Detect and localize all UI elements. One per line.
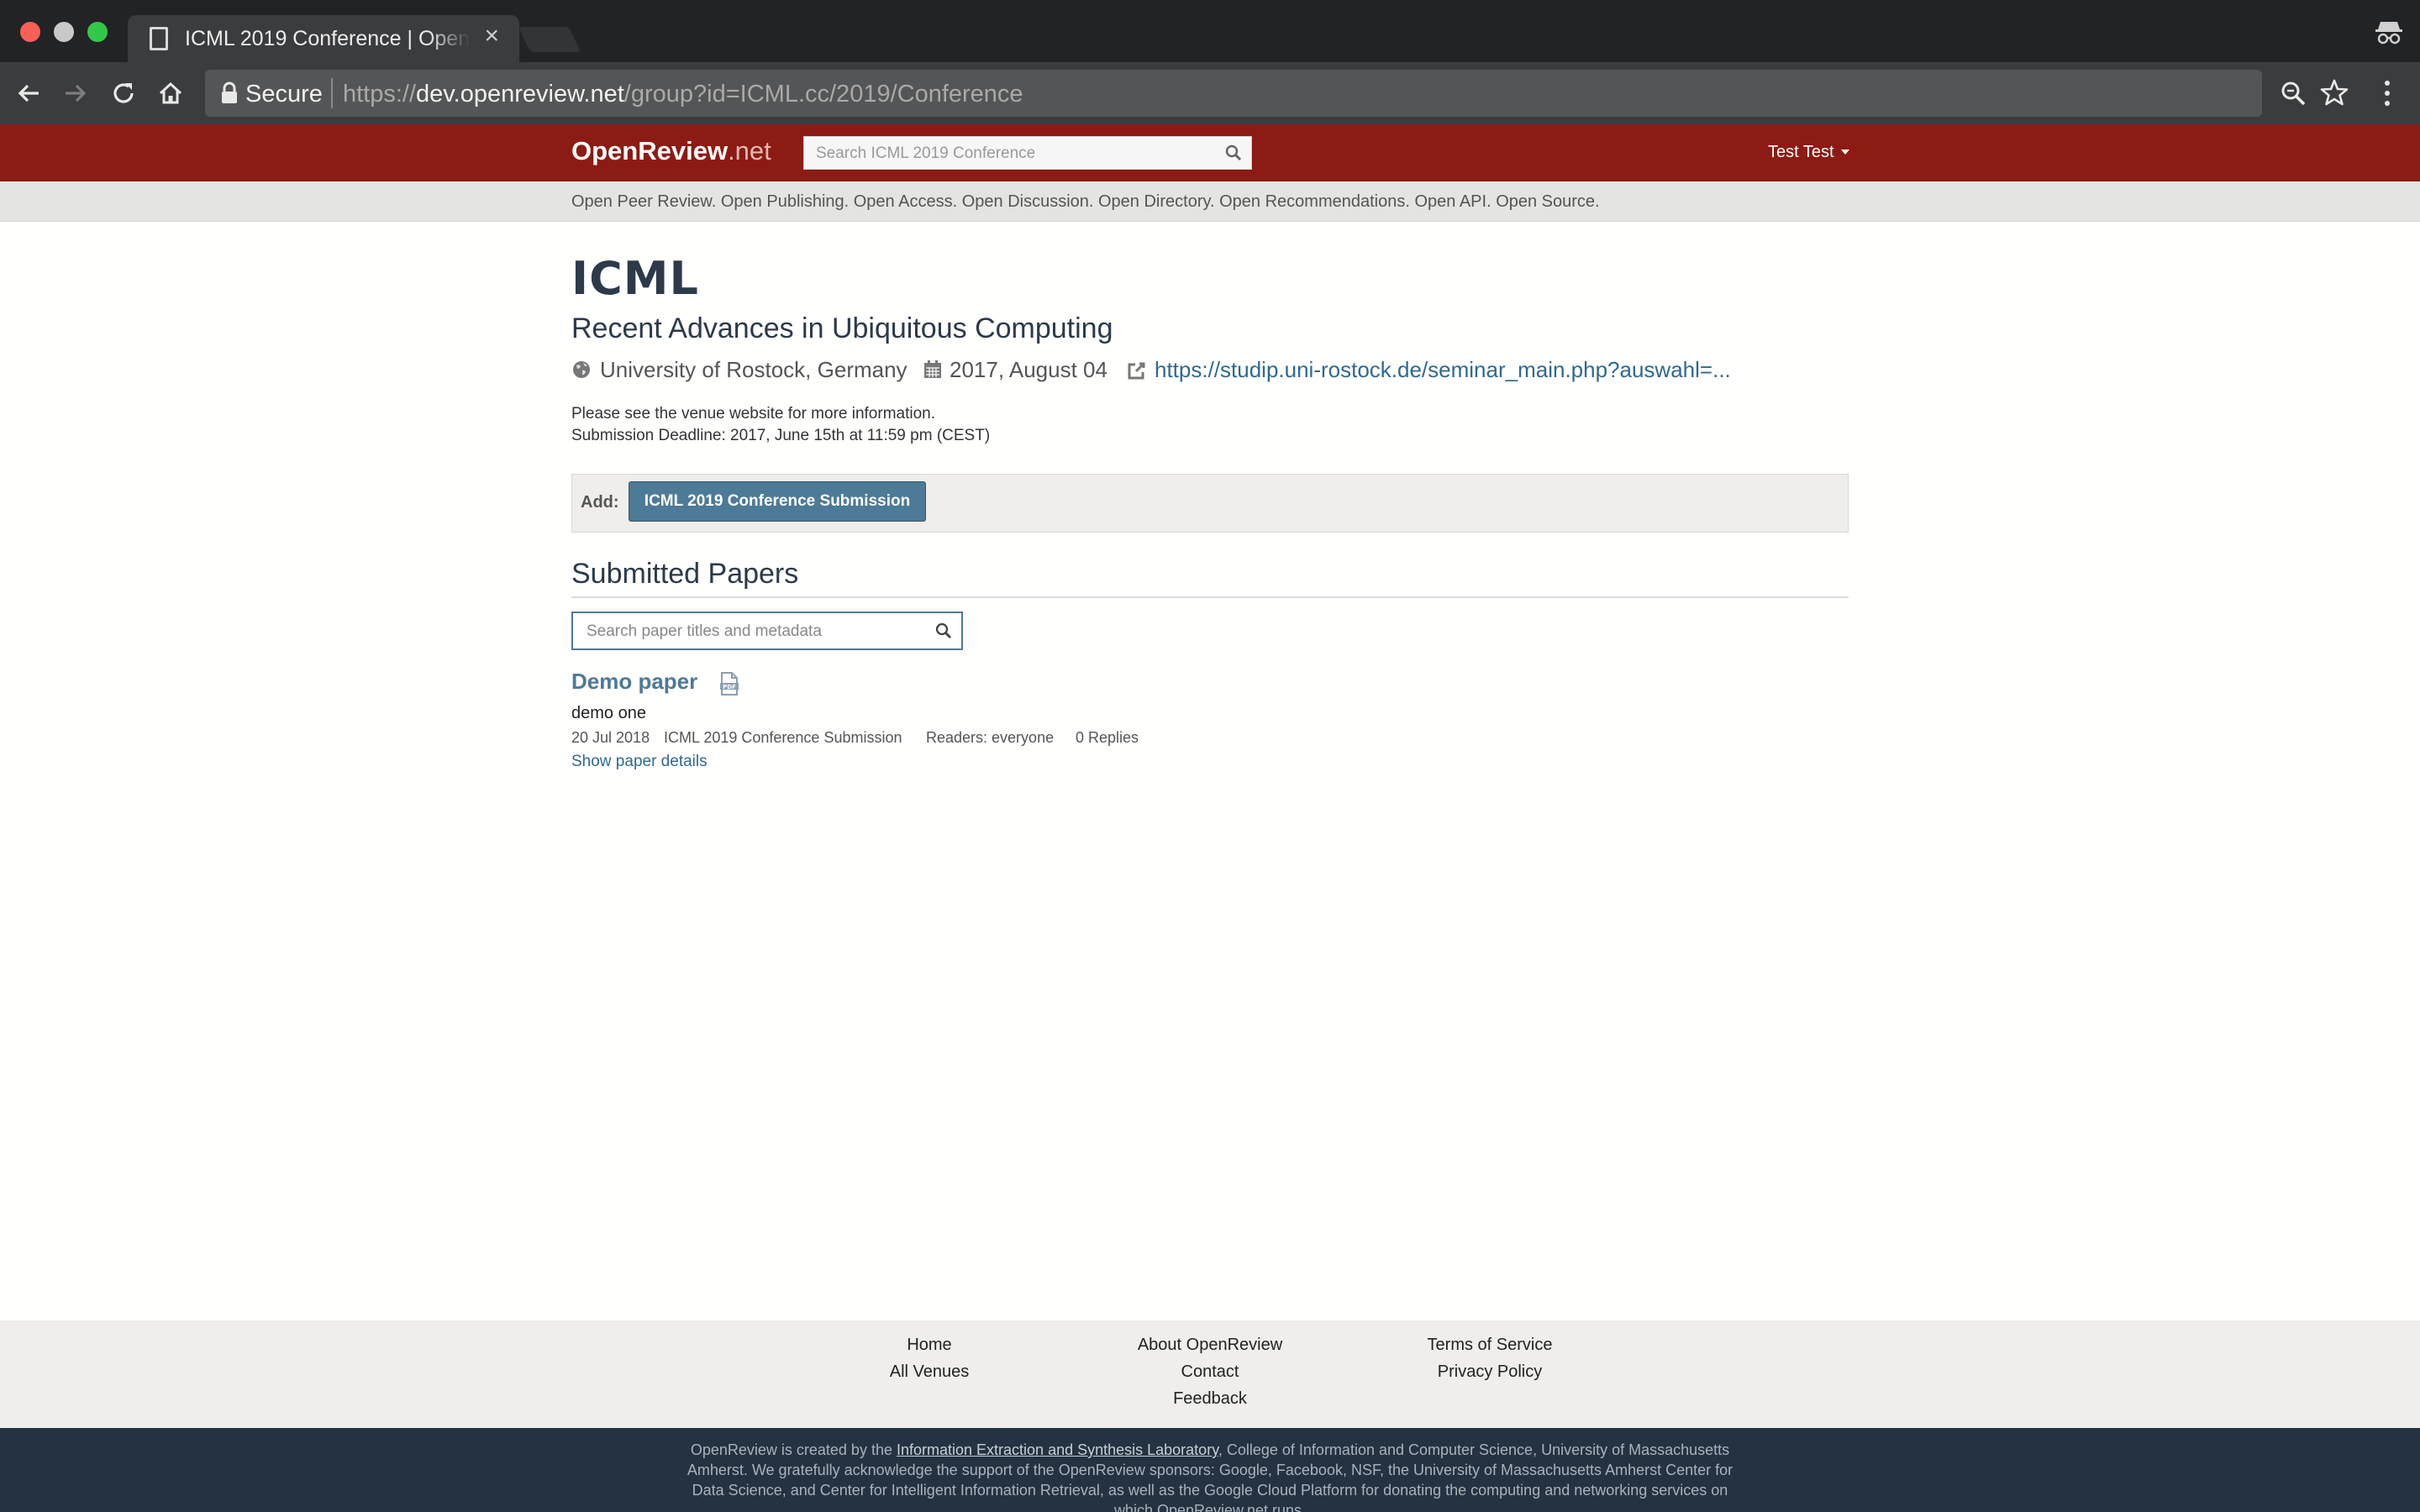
submission-deadline: Submission Deadline: 2017, June 15th at … bbox=[571, 427, 991, 444]
add-submission-button[interactable]: ICML 2019 Conference Submission bbox=[629, 481, 926, 522]
search-icon[interactable] bbox=[1224, 144, 1243, 162]
footer-link-terms[interactable]: Terms of Service bbox=[1428, 1336, 1553, 1355]
footer-link-contact[interactable]: Contact bbox=[1181, 1362, 1239, 1382]
incognito-icon[interactable] bbox=[2375, 18, 2403, 45]
iesl-link[interactable]: Information Extraction and Synthesis Lab… bbox=[897, 1441, 1218, 1458]
site-search-input[interactable]: Search ICML 2019 Conference bbox=[803, 136, 1252, 170]
site-header: OpenReview.net Search ICML 2019 Conferen… bbox=[0, 124, 2420, 181]
tab-title: ICML 2019 Conference | OpenReview bbox=[185, 27, 471, 50]
paper-search-input[interactable]: Search paper titles and metadata bbox=[571, 612, 963, 650]
page-icon bbox=[150, 27, 168, 50]
star-icon[interactable] bbox=[2319, 77, 2349, 108]
footer-links: Home All Venues About OpenReview Contact… bbox=[0, 1320, 2420, 1428]
venue-abbreviation: ICML bbox=[571, 252, 699, 305]
user-menu[interactable]: Test Test bbox=[1768, 143, 1849, 162]
venue-location-text: University of Rostock, Germany bbox=[600, 357, 908, 382]
window-close-button[interactable] bbox=[20, 22, 40, 42]
venue-instructions: Please see the venue website for more in… bbox=[571, 403, 990, 447]
credits-pre: OpenReview is created by the bbox=[690, 1441, 897, 1458]
venue-website-link[interactable]: https://studip.uni-rostock.de/seminar_ma… bbox=[1155, 357, 1731, 383]
url-path: /group?id=ICML.cc/2019/Conference bbox=[623, 81, 1023, 108]
pdf-icon[interactable]: PDF bbox=[719, 672, 739, 696]
close-icon[interactable]: × bbox=[484, 24, 499, 49]
logo-tld: .net bbox=[728, 136, 771, 165]
url-text[interactable]: https://dev.openreview.net/group?id=ICML… bbox=[343, 81, 1023, 108]
paper-meta: 20 Jul 2018 ICML 2019 Conference Submiss… bbox=[571, 729, 1412, 749]
add-invitation-panel: Add: ICML 2019 Conference Submission bbox=[571, 474, 1849, 533]
calendar-icon bbox=[924, 360, 941, 378]
browser-titlebar: ICML 2019 Conference | OpenReview × bbox=[0, 0, 2420, 62]
secure-label: Secure bbox=[245, 81, 323, 108]
url-scheme: https:// bbox=[343, 81, 417, 108]
venue-instructions-text: Please see the venue website for more in… bbox=[571, 405, 936, 423]
reload-icon[interactable] bbox=[109, 79, 138, 108]
caret-down-icon bbox=[1840, 150, 1849, 155]
window-minimize-button[interactable] bbox=[54, 22, 74, 42]
show-paper-details-link[interactable]: Show paper details bbox=[571, 753, 708, 771]
add-label: Add: bbox=[581, 493, 619, 512]
window-maximize-button[interactable] bbox=[87, 22, 108, 42]
back-icon[interactable] bbox=[15, 79, 44, 108]
footer-link-about[interactable]: About OpenReview bbox=[1138, 1336, 1282, 1355]
tagline-bar: Open Peer Review. Open Publishing. Open … bbox=[0, 181, 2420, 222]
address-bar[interactable]: Secure https://dev.openreview.net/group?… bbox=[205, 70, 2262, 117]
omnibox-divider bbox=[331, 78, 333, 108]
new-tab-button[interactable] bbox=[518, 27, 581, 52]
footer-link-feedback[interactable]: Feedback bbox=[1173, 1389, 1247, 1409]
forward-icon[interactable] bbox=[60, 79, 89, 108]
paper-date: 20 Jul 2018 bbox=[571, 729, 650, 746]
paper-readers: Readers: everyone bbox=[926, 729, 1055, 746]
section-divider bbox=[571, 596, 1849, 598]
paper-invitation: ICML 2019 Conference Submission bbox=[664, 729, 902, 746]
browser-tab-active[interactable]: ICML 2019 Conference | OpenReview × bbox=[128, 15, 519, 62]
footer-link-home[interactable]: Home bbox=[907, 1336, 951, 1355]
search-icon[interactable] bbox=[934, 622, 953, 640]
browser-toolbar: Secure https://dev.openreview.net/group?… bbox=[0, 62, 2420, 124]
zoom-icon[interactable] bbox=[2279, 79, 2307, 108]
logo-main: OpenReview bbox=[571, 136, 729, 165]
url-host: dev.openreview.net bbox=[416, 81, 624, 108]
footer-link-privacy[interactable]: Privacy Policy bbox=[1438, 1362, 1542, 1382]
svg-text:PDF: PDF bbox=[723, 684, 736, 690]
lock-icon bbox=[222, 81, 237, 103]
site-logo[interactable]: OpenReview.net bbox=[571, 136, 771, 166]
paper-replies: 0 Replies bbox=[1076, 729, 1139, 746]
external-link-icon bbox=[1128, 362, 1145, 380]
venue-date-text: 2017, August 04 bbox=[950, 357, 1107, 382]
user-name: Test Test bbox=[1768, 143, 1834, 161]
tagline: Open Peer Review. Open Publishing. Open … bbox=[571, 192, 1600, 211]
menu-icon[interactable] bbox=[2383, 79, 2391, 108]
venue-title: Recent Advances in Ubiquitous Computing bbox=[571, 312, 1113, 344]
paper-authors: demo one bbox=[571, 704, 646, 722]
paper-search-placeholder: Search paper titles and metadata bbox=[587, 622, 822, 640]
footer-credits: OpenReview is created by the Information… bbox=[0, 1428, 2420, 1512]
home-icon[interactable] bbox=[156, 79, 185, 108]
paper-title-link[interactable]: Demo paper bbox=[571, 669, 697, 695]
footer-link-all-venues[interactable]: All Venues bbox=[890, 1362, 970, 1382]
globe-icon bbox=[573, 361, 590, 378]
footer-credits-text: OpenReview is created by the Information… bbox=[686, 1440, 1734, 1512]
submitted-papers-heading: Submitted Papers bbox=[571, 558, 799, 590]
site-search-placeholder: Search ICML 2019 Conference bbox=[816, 144, 1036, 162]
